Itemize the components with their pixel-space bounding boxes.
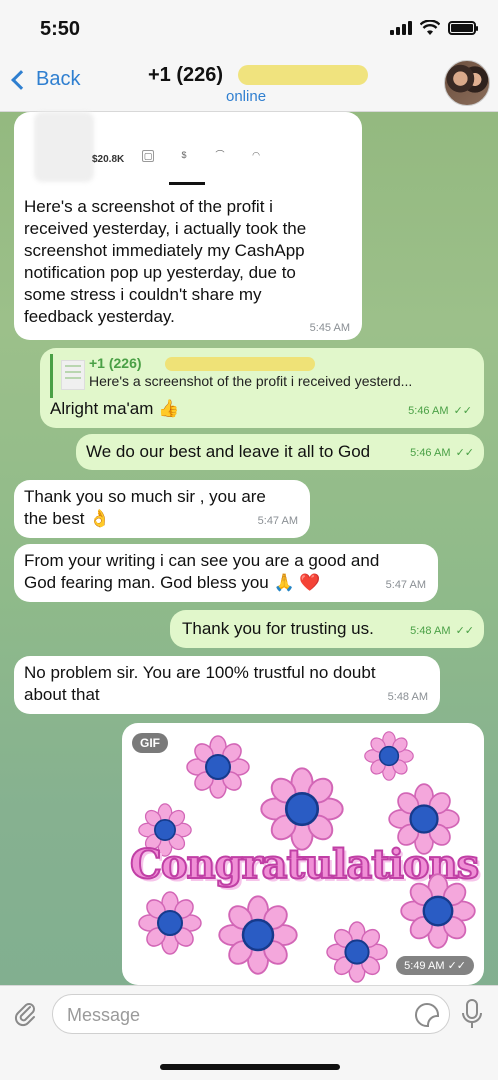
message-text: No problem sir. You are 100% trustful no… (24, 662, 376, 706)
message-text: Alright ma'am 👍 (50, 399, 180, 418)
message-bubble-incoming[interactable]: $20.8K ▢ $ ⌒ ◠ Here's a screenshot of th… (14, 112, 362, 340)
contact-name[interactable]: +1 (226) (148, 64, 223, 87)
avatar[interactable] (444, 60, 490, 106)
chat-header: Back +1 (226) online (0, 56, 498, 112)
flower-icon (400, 873, 476, 949)
time-label: 5:48 AM (410, 625, 451, 637)
message-time: 5:47 AM (257, 515, 298, 527)
message-line: No problem sir. You are 100% trustful no… (24, 663, 376, 682)
message-line: Here's a screenshot of the profit i (24, 197, 273, 216)
attach-icon[interactable] (12, 1000, 40, 1028)
back-label: Back (36, 68, 81, 90)
back-chevron-icon (11, 69, 31, 90)
battery-icon (448, 21, 478, 35)
double-check-icon: ✓✓ (453, 405, 472, 417)
message-line: about that (24, 685, 100, 704)
time-label: 5:49 AM (404, 960, 445, 972)
message-bubble-outgoing[interactable]: +1 (226) Here's a screenshot of the prof… (40, 348, 484, 428)
screenshot-amount: $20.8K (92, 154, 125, 165)
message-time: 5:48 AM (387, 691, 428, 703)
back-button[interactable]: Back (8, 68, 80, 91)
message-line: received yesterday, i actually took the (24, 219, 307, 238)
double-check-icon: ✓✓ (447, 960, 466, 972)
message-text: Thank you so much sir , you are the best… (24, 486, 266, 530)
message-line: feedback yesterday. (24, 307, 175, 326)
screenshot-thumbnail[interactable] (34, 112, 94, 182)
double-check-icon: ✓✓ (455, 447, 474, 459)
message-bubble-incoming[interactable]: No problem sir. You are 100% trustful no… (14, 656, 440, 714)
time-label: 5:46 AM (410, 447, 451, 459)
message-time: 5:45 AM (309, 322, 350, 334)
flower-icon (138, 891, 202, 955)
message-line: From your writing i can see you are a go… (24, 551, 380, 570)
clock-icon: ◠ (252, 150, 260, 160)
wifi-icon (420, 20, 440, 35)
message-bubble-incoming[interactable]: Thank you so much sir , you are the best… (14, 480, 310, 538)
time-label: 5:46 AM (408, 405, 449, 417)
signal-icon (390, 21, 412, 35)
message-bubble-outgoing[interactable]: We do our best and leave it all to God 5… (76, 434, 484, 470)
message-time: 5:46 AM ✓✓ (410, 442, 474, 464)
status-icons (390, 20, 478, 36)
message-text: We do our best and leave it all to God (86, 442, 371, 461)
redaction-mark (238, 65, 368, 85)
redaction-mark (165, 357, 315, 371)
tab-underline (169, 182, 205, 185)
screenshot-icons: ▢ $ ⌒ ◠ (142, 150, 262, 162)
home-indicator (160, 1064, 340, 1070)
status-time: 5:50 (40, 18, 81, 40)
message-text: From your writing i can see you are a go… (24, 550, 379, 594)
message-line: the best 👌 (24, 509, 111, 528)
message-line: notification pop up yesterday, due to (24, 263, 296, 282)
status-bar: 5:50 (0, 0, 498, 56)
message-text: Here's a screenshot of the profit i rece… (24, 196, 306, 328)
reply-thumbnail (61, 360, 85, 390)
message-input[interactable] (67, 1003, 407, 1027)
message-line: some stress i couldn't share my (24, 285, 262, 304)
flower-icon (364, 731, 414, 781)
reply-text: Here's a screenshot of the profit i rece… (89, 373, 413, 389)
message-line: screenshot immediately my CashApp (24, 241, 305, 260)
gif-message[interactable]: GIF Congratulations 5:49 AM ✓✓ (122, 723, 484, 985)
reply-preview[interactable]: +1 (226) Here's a screenshot of the prof… (50, 354, 476, 398)
message-field[interactable] (52, 994, 450, 1034)
flower-icon (326, 921, 388, 983)
contact-status: online (226, 88, 267, 105)
message-bubble-incoming[interactable]: From your writing i can see you are a go… (14, 544, 438, 602)
gif-badge: GIF (132, 733, 168, 753)
flower-icon (186, 735, 250, 799)
double-check-icon: ✓✓ (455, 625, 474, 637)
flower-icon (218, 895, 298, 975)
message-time: 5:47 AM (385, 579, 426, 591)
message-bubble-outgoing[interactable]: Thank you for trusting us. 5:48 AM ✓✓ (170, 610, 484, 648)
message-time: 5:48 AM ✓✓ (410, 620, 474, 642)
card-icon: ▢ (142, 150, 154, 162)
message-input-bar (0, 985, 498, 1080)
microphone-icon[interactable] (460, 998, 484, 1032)
message-text: Thank you for trusting us. (182, 619, 374, 638)
message-line: God fearing man. God bless you 🙏 ❤️ (24, 573, 321, 592)
message-time: 5:49 AM ✓✓ (396, 956, 474, 975)
flower-icon (260, 767, 344, 851)
sticker-icon[interactable] (415, 1003, 439, 1027)
activity-icon: ⌒ (215, 150, 225, 160)
dollar-icon: $ (181, 150, 187, 160)
message-time: 5:46 AM ✓✓ (408, 400, 472, 422)
message-line: Thank you so much sir , you are (24, 487, 266, 506)
